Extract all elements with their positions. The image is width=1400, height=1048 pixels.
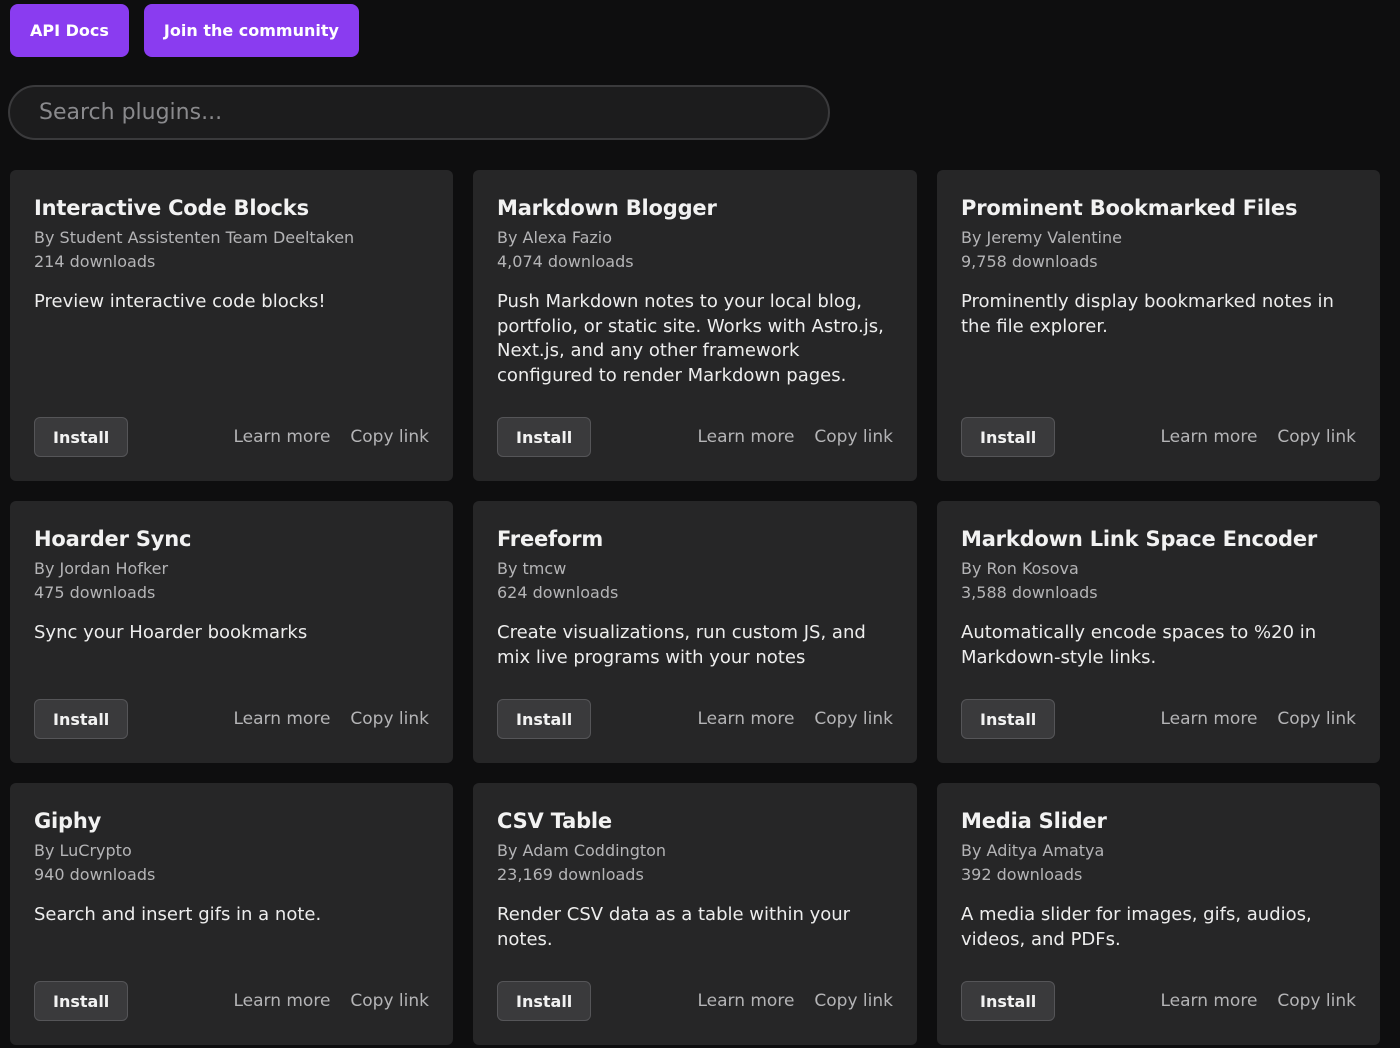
plugin-author: By Student Assistenten Team Deeltaken bbox=[34, 228, 355, 247]
learn-more-link[interactable]: Learn more bbox=[697, 991, 794, 1011]
plugin-author: By Adam Coddington bbox=[497, 841, 667, 860]
plugin-card: Markdown Blogger By Alexa Fazio 4,074 do… bbox=[473, 170, 917, 481]
plugin-actions: Install Learn more Copy link bbox=[497, 417, 893, 457]
learn-more-link[interactable]: Learn more bbox=[697, 427, 794, 447]
plugin-author: By LuCrypto bbox=[34, 841, 132, 860]
install-button[interactable]: Install bbox=[961, 981, 1056, 1021]
plugin-description: Preview interactive code blocks! bbox=[34, 291, 326, 312]
copy-link-button[interactable]: Copy link bbox=[1277, 427, 1356, 447]
copy-link-button[interactable]: Copy link bbox=[350, 709, 429, 729]
learn-more-link[interactable]: Learn more bbox=[233, 427, 330, 447]
install-button[interactable]: Install bbox=[34, 699, 129, 739]
plugin-title: Markdown Link Space Encoder bbox=[961, 527, 1318, 551]
install-button[interactable]: Install bbox=[34, 981, 129, 1021]
plugin-title: Prominent Bookmarked Files bbox=[961, 196, 1298, 220]
plugin-title: Media Slider bbox=[961, 809, 1107, 833]
learn-more-link[interactable]: Learn more bbox=[233, 709, 330, 729]
plugin-description: Push Markdown notes to your local blog, … bbox=[497, 291, 884, 386]
copy-link-button[interactable]: Copy link bbox=[814, 709, 893, 729]
plugin-description: A media slider for images, gifs, audios,… bbox=[961, 904, 1312, 950]
plugin-author: By Aditya Amatya bbox=[961, 841, 1105, 860]
plugin-actions: Install Learn more Copy link bbox=[497, 699, 893, 739]
plugin-title: Markdown Blogger bbox=[497, 196, 717, 220]
install-button[interactable]: Install bbox=[961, 417, 1056, 457]
plugin-actions: Install Learn more Copy link bbox=[961, 417, 1356, 457]
search-bar bbox=[8, 85, 830, 140]
plugin-actions: Install Learn more Copy link bbox=[961, 699, 1356, 739]
plugin-actions: Install Learn more Copy link bbox=[961, 981, 1356, 1021]
plugin-downloads: 9,758 downloads bbox=[961, 252, 1098, 271]
plugin-title: Hoarder Sync bbox=[34, 527, 192, 551]
install-button[interactable]: Install bbox=[497, 699, 592, 739]
plugin-title: Giphy bbox=[34, 809, 102, 833]
plugin-card: Markdown Link Space Encoder By Ron Kosov… bbox=[937, 501, 1380, 763]
plugin-card: Freeform By tmcw 624 downloads Create vi… bbox=[473, 501, 917, 763]
learn-more-link[interactable]: Learn more bbox=[697, 709, 794, 729]
install-button[interactable]: Install bbox=[497, 417, 592, 457]
plugin-description: Prominently display bookmarked notes in … bbox=[961, 291, 1334, 337]
plugin-actions: Install Learn more Copy link bbox=[34, 417, 429, 457]
plugin-author: By Jeremy Valentine bbox=[961, 228, 1122, 247]
plugin-description: Search and insert gifs in a note. bbox=[34, 904, 322, 925]
learn-more-link[interactable]: Learn more bbox=[1160, 427, 1257, 447]
plugin-downloads: 475 downloads bbox=[34, 583, 156, 602]
install-button[interactable]: Install bbox=[961, 699, 1056, 739]
plugin-description: Render CSV data as a table within your n… bbox=[497, 904, 851, 950]
copy-link-button[interactable]: Copy link bbox=[814, 991, 893, 1011]
plugin-author: By Alexa Fazio bbox=[497, 228, 613, 247]
plugin-author: By Jordan Hofker bbox=[34, 559, 169, 578]
plugin-card: CSV Table By Adam Coddington 23,169 down… bbox=[473, 783, 917, 1045]
join-community-button[interactable]: Join the community bbox=[143, 4, 359, 57]
plugin-card: Hoarder Sync By Jordan Hofker 475 downlo… bbox=[10, 501, 453, 763]
plugin-grid: Interactive Code Blocks By Student Assis… bbox=[10, 170, 1380, 1045]
plugin-title: Interactive Code Blocks bbox=[34, 196, 309, 220]
plugin-downloads: 940 downloads bbox=[34, 865, 156, 884]
plugin-card: Prominent Bookmarked Files By Jeremy Val… bbox=[937, 170, 1380, 481]
plugin-downloads: 392 downloads bbox=[961, 865, 1083, 884]
learn-more-link[interactable]: Learn more bbox=[233, 991, 330, 1011]
copy-link-button[interactable]: Copy link bbox=[814, 427, 893, 447]
plugin-title: CSV Table bbox=[497, 809, 612, 833]
install-button[interactable]: Install bbox=[497, 981, 592, 1021]
api-docs-button[interactable]: API Docs bbox=[10, 4, 129, 57]
plugin-author: By tmcw bbox=[497, 559, 567, 578]
copy-link-button[interactable]: Copy link bbox=[350, 427, 429, 447]
copy-link-button[interactable]: Copy link bbox=[1277, 991, 1356, 1011]
plugin-downloads: 23,169 downloads bbox=[497, 865, 644, 884]
plugin-card: Media Slider By Aditya Amatya 392 downlo… bbox=[937, 783, 1380, 1045]
plugin-author: By Ron Kosova bbox=[961, 559, 1079, 578]
plugin-actions: Install Learn more Copy link bbox=[34, 699, 429, 739]
plugin-description: Create visualizations, run custom JS, an… bbox=[497, 622, 866, 668]
plugin-browser-page: API Docs Join the community Interactive … bbox=[0, 0, 1400, 1048]
plugin-actions: Install Learn more Copy link bbox=[497, 981, 893, 1021]
copy-link-button[interactable]: Copy link bbox=[350, 991, 429, 1011]
plugin-card: Giphy By LuCrypto 940 downloads Search a… bbox=[10, 783, 453, 1045]
learn-more-link[interactable]: Learn more bbox=[1160, 709, 1257, 729]
install-button[interactable]: Install bbox=[34, 417, 129, 457]
plugin-downloads: 624 downloads bbox=[497, 583, 619, 602]
header-actions: API Docs Join the community bbox=[10, 4, 359, 57]
learn-more-link[interactable]: Learn more bbox=[1160, 991, 1257, 1011]
plugin-downloads: 214 downloads bbox=[34, 252, 156, 271]
plugin-downloads: 3,588 downloads bbox=[961, 583, 1098, 602]
plugin-actions: Install Learn more Copy link bbox=[34, 981, 429, 1021]
plugin-downloads: 4,074 downloads bbox=[497, 252, 634, 271]
plugin-description: Sync your Hoarder bookmarks bbox=[34, 622, 308, 643]
plugin-title: Freeform bbox=[497, 527, 604, 551]
plugin-description: Automatically encode spaces to %20 in Ma… bbox=[961, 622, 1317, 668]
copy-link-button[interactable]: Copy link bbox=[1277, 709, 1356, 729]
search-input[interactable] bbox=[10, 87, 828, 138]
plugin-card: Interactive Code Blocks By Student Assis… bbox=[10, 170, 453, 481]
